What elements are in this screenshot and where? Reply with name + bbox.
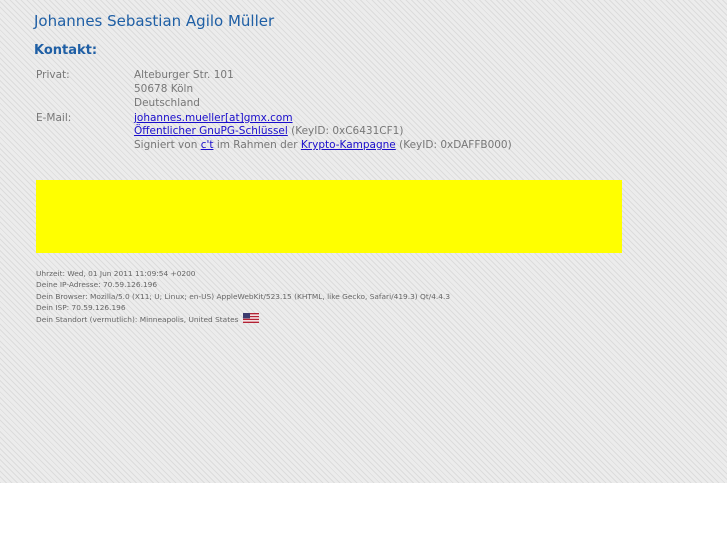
address-country: Deutschland	[134, 97, 200, 109]
visitor-browser: Dein Browser: Mozilla/5.0 (X11; U; Linux…	[36, 292, 451, 301]
krypto-kampagne-link[interactable]: Krypto-Kampagne	[301, 139, 396, 151]
private-label: Privat:	[36, 69, 70, 81]
signed-row: Signiert von c't im Rahmen der Krypto-Ka…	[134, 138, 512, 152]
email-label: E-Mail:	[36, 112, 72, 124]
yellow-banner	[36, 180, 622, 253]
gpg-row: Öffentlicher GnuPG-Schlüssel (KeyID: 0xC…	[134, 124, 403, 138]
address-city: 50678 Köln	[134, 83, 194, 95]
us-flag-icon	[242, 313, 259, 323]
page-background: Johannes Sebastian Agilo Müller Kontakt:…	[0, 0, 727, 483]
ct-link[interactable]: c't	[201, 139, 214, 151]
contact-heading: Kontakt:	[34, 43, 98, 58]
email-link[interactable]: johannes.mueller[at]gmx.com	[134, 112, 293, 124]
visitor-ip: Deine IP-Adresse: 70.59.126.196	[36, 280, 158, 289]
signed-prefix: Signiert von	[134, 139, 198, 151]
visitor-location-row: Dein Standort (vermutlich): Minneapolis,…	[36, 313, 259, 325]
visitor-time: Uhrzeit: Wed, 01 Jun 2011 11:09:54 +0200	[36, 269, 196, 278]
address-street: Alteburger Str. 101	[134, 69, 234, 81]
gpg-key-link[interactable]: Öffentlicher GnuPG-Schlüssel	[134, 125, 288, 137]
signed-middle: im Rahmen der	[216, 139, 298, 151]
visitor-location: Dein Standort (vermutlich): Minneapolis,…	[36, 315, 239, 324]
page-title: Johannes Sebastian Agilo Müller	[34, 12, 275, 30]
email-row: johannes.mueller[at]gmx.com	[134, 111, 293, 125]
signed-keyid: (KeyID: 0xDAFFB000)	[399, 139, 512, 151]
visitor-isp: Dein ISP: 70.59.126.196	[36, 303, 126, 312]
gpg-keyid: (KeyID: 0xC6431CF1)	[291, 125, 404, 137]
